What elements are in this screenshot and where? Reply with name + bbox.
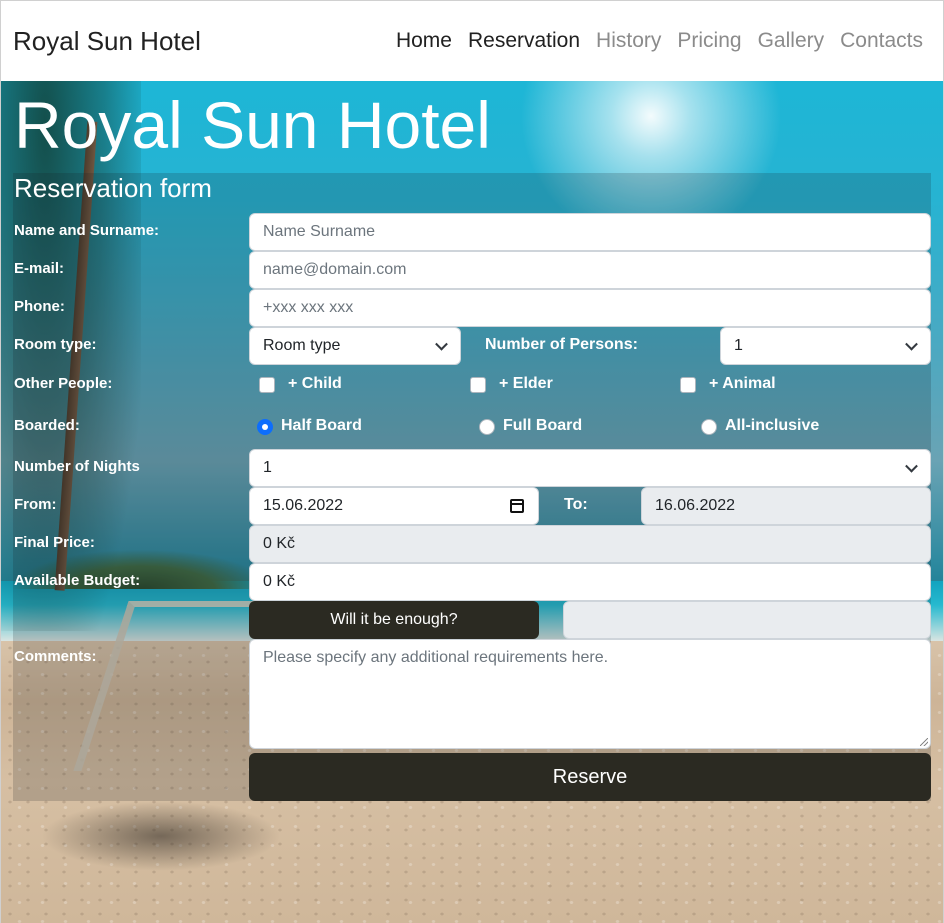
email-input[interactable]: name@domain.com (249, 251, 931, 289)
to-date-value: 16.06.2022 (655, 497, 736, 514)
full-board-radio[interactable] (479, 419, 495, 435)
final-price-field: 0 Kč (249, 525, 931, 563)
elder-checkbox[interactable] (470, 377, 486, 393)
chair-shadow (41, 801, 281, 871)
email-label: E-mail: (14, 260, 65, 277)
to-date-field: 16.06.2022 (641, 487, 931, 525)
calendar-icon[interactable] (510, 499, 524, 513)
child-checkbox[interactable] (259, 377, 275, 393)
from-date-input[interactable]: 15.06.2022 (249, 487, 539, 525)
nav-link-reservation[interactable]: Reservation (460, 29, 588, 53)
animal-checkbox[interactable] (680, 377, 696, 393)
phone-input[interactable]: +xxx xxx xxx (249, 289, 931, 327)
room-type-label: Room type: (14, 336, 97, 353)
other-people-label: Other People: (14, 375, 113, 392)
brand-logo-text[interactable]: Royal Sun Hotel (13, 26, 201, 57)
navbar: Royal Sun Hotel Home Reservation History… (1, 1, 943, 81)
chevron-down-icon (435, 337, 448, 351)
reserve-button[interactable]: Reserve (249, 753, 931, 801)
hero-title: Royal Sun Hotel (14, 88, 491, 162)
nights-label: Number of Nights (14, 458, 140, 475)
from-date-value: 15.06.2022 (263, 497, 344, 514)
budget-value: 0 Kč (263, 573, 296, 590)
half-board-label[interactable]: Half Board (281, 416, 362, 436)
full-board-label[interactable]: Full Board (503, 416, 582, 436)
animal-label[interactable]: + Animal (709, 374, 776, 394)
child-label[interactable]: + Child (288, 374, 342, 394)
email-placeholder: name@domain.com (263, 261, 407, 278)
room-type-value: Room type (263, 337, 341, 354)
final-price-value: 0 Kč (263, 535, 296, 552)
half-board-radio[interactable] (257, 419, 273, 435)
form-title: Reservation form (14, 173, 212, 203)
persons-label: Number of Persons: (485, 336, 638, 353)
budget-label: Available Budget: (14, 572, 141, 589)
persons-select[interactable]: 1 (720, 327, 931, 365)
phone-label: Phone: (14, 298, 65, 315)
comments-placeholder: Please specify any additional requiremen… (263, 649, 609, 666)
from-label: From: (14, 496, 57, 513)
check-budget-label: Will it be enough? (330, 611, 458, 628)
name-input[interactable]: Name Surname (249, 213, 931, 251)
budget-input[interactable]: 0 Kč (249, 563, 931, 601)
boarded-label: Boarded: (14, 417, 80, 434)
name-placeholder: Name Surname (263, 223, 376, 240)
elder-label[interactable]: + Elder (499, 374, 553, 394)
phone-placeholder: +xxx xxx xxx (263, 299, 354, 316)
nav-link-contacts[interactable]: Contacts (832, 29, 931, 53)
nav-link-history[interactable]: History (588, 29, 669, 53)
reserve-label: Reserve (552, 765, 628, 788)
nav-link-pricing[interactable]: Pricing (669, 29, 749, 53)
all-inclusive-radio[interactable] (701, 419, 717, 435)
check-budget-button[interactable]: Will it be enough? (249, 601, 539, 639)
nav-links: Home Reservation History Pricing Gallery… (388, 29, 931, 53)
room-type-select[interactable]: Room type (249, 327, 461, 365)
final-price-label: Final Price: (14, 534, 95, 551)
persons-value: 1 (734, 337, 743, 354)
chevron-down-icon (905, 337, 918, 351)
nights-value: 1 (263, 459, 272, 476)
comments-label: Comments: (14, 648, 97, 665)
budget-result-field (563, 601, 931, 639)
resize-grip-icon[interactable] (920, 738, 928, 746)
name-label: Name and Surname: (14, 222, 160, 239)
chevron-down-icon (905, 459, 918, 473)
to-label: To: (564, 496, 588, 513)
nav-link-gallery[interactable]: Gallery (750, 29, 833, 53)
nights-select[interactable]: 1 (249, 449, 931, 487)
comments-textarea[interactable]: Please specify any additional requiremen… (249, 639, 931, 749)
nav-link-home[interactable]: Home (388, 29, 460, 53)
all-inclusive-label[interactable]: All-inclusive (725, 416, 819, 436)
